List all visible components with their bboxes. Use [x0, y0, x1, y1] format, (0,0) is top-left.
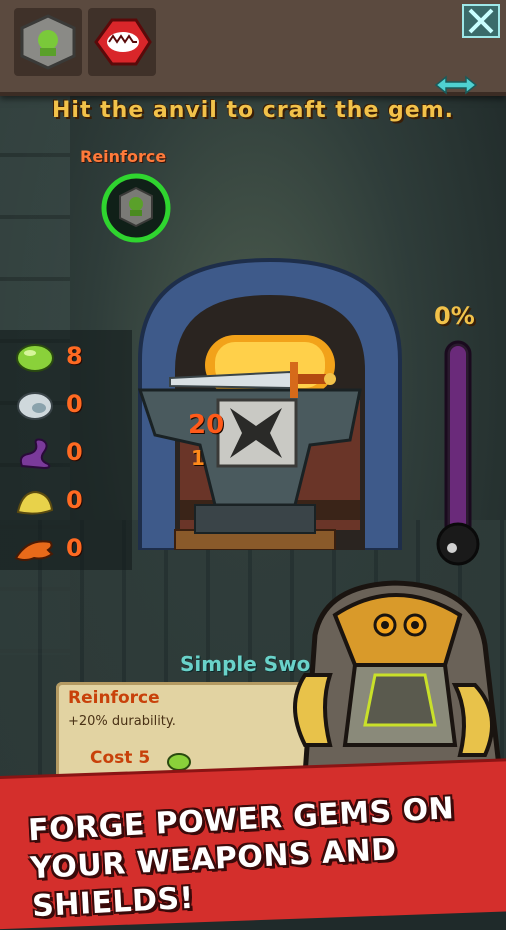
- bite-gem-icon: [94, 18, 152, 66]
- green-slime-icon: [167, 753, 191, 771]
- resource-slime: 8: [14, 336, 124, 378]
- swap-arrows-icon[interactable]: [434, 74, 478, 96]
- close-button[interactable]: [462, 4, 500, 38]
- gem-slot-bite[interactable]: [88, 8, 156, 76]
- cost-label: Cost 5: [90, 748, 150, 768]
- resource-silver: 0: [14, 384, 124, 426]
- selected-gem-label: Reinforce: [80, 147, 167, 166]
- resource-count: 0: [66, 438, 83, 466]
- forge-furnace: [137, 257, 402, 550]
- orange-claw-icon: [14, 540, 54, 561]
- instruction-text: Hit the anvil to craft the gem.: [52, 98, 454, 123]
- anvil-hits-count: 20: [188, 410, 225, 440]
- resource-panel: 8 0 0 0 0: [0, 330, 132, 570]
- progress-thermometer: [436, 340, 480, 566]
- selected-gem-icon[interactable]: [100, 172, 172, 244]
- anvil-small-count: 1: [191, 446, 205, 470]
- gem-inventory-bar: [0, 0, 506, 96]
- resource-claw: 0: [14, 528, 124, 570]
- green-slime-icon: [16, 344, 54, 372]
- resource-tentacle: 0: [14, 432, 124, 474]
- resource-count: 0: [66, 390, 83, 418]
- cost-value: 5: [138, 748, 151, 768]
- yellow-ore-icon: [16, 490, 54, 515]
- resource-count: 8: [66, 342, 83, 370]
- resource-count: 0: [66, 534, 83, 562]
- gem-info-description: +20% durability.: [68, 714, 176, 729]
- gem-info-title: Reinforce: [68, 688, 160, 708]
- purple-tentacle-icon: [19, 438, 51, 470]
- silver-ore-icon: [17, 392, 53, 420]
- progress-percent: 0%: [434, 302, 475, 330]
- stone-golem-mascot: [293, 580, 503, 778]
- cost-text: Cost: [90, 748, 133, 768]
- reinforce-gem-icon: [20, 14, 76, 70]
- resource-yellow: 0: [14, 480, 124, 522]
- gem-slot-reinforce[interactable]: [14, 8, 82, 76]
- close-icon: [468, 8, 494, 34]
- resource-count: 0: [66, 486, 83, 514]
